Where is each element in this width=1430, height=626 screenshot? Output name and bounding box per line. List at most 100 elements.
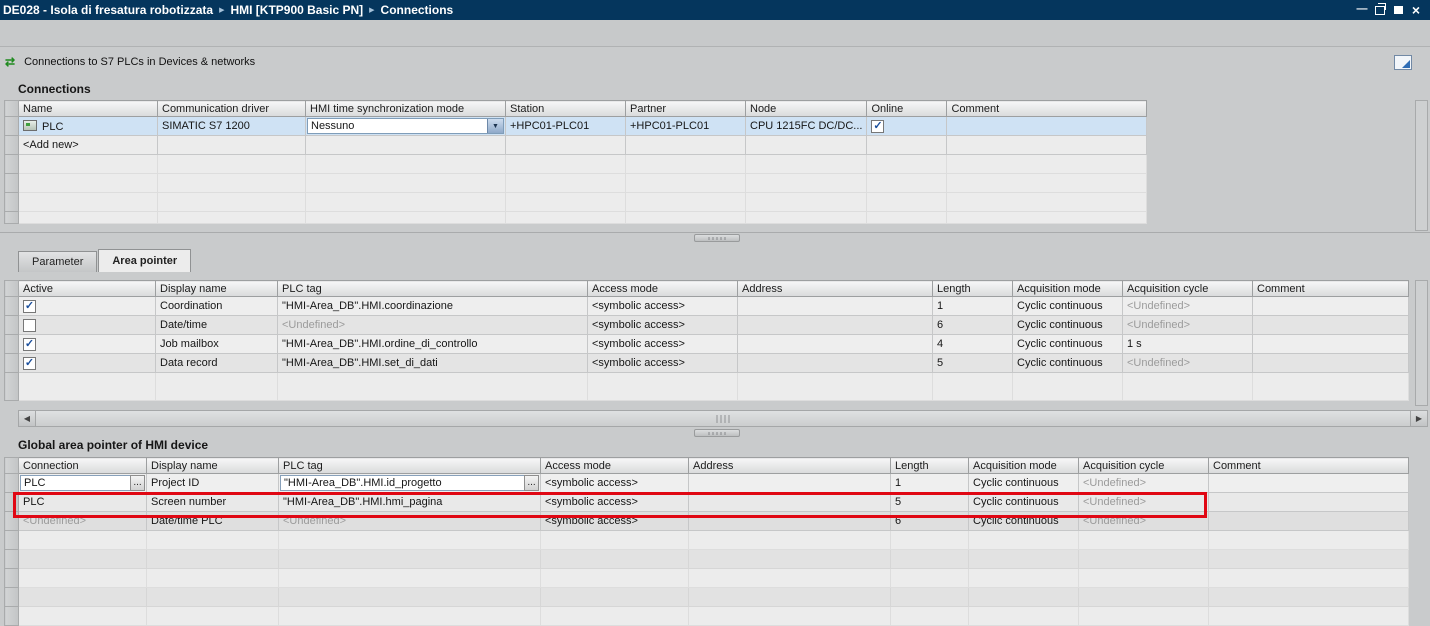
breadcrumb-segment-0[interactable]: DE028 - Isola di fresatura robotizzata [3, 3, 213, 17]
length-cell[interactable]: 4 [933, 335, 1013, 354]
acquisition-mode-cell[interactable]: Cyclic continuous [1013, 316, 1123, 335]
access-mode-cell[interactable]: <symbolic access> [588, 335, 738, 354]
active-cell[interactable]: ✓ [19, 354, 156, 373]
add-new-cell[interactable]: <Add new> [19, 136, 158, 155]
global-row-date-time-plc[interactable]: <Undefined>Date/time PLC<Undefined><symb… [5, 512, 1409, 531]
comment-cell[interactable] [1209, 474, 1409, 493]
comment-cell[interactable] [1253, 316, 1409, 335]
plc-tag-cell[interactable]: "HMI-Area_DB".HMI.id_progetto... [279, 474, 541, 493]
scrollbar-thumb[interactable] [36, 411, 1410, 426]
breadcrumb-segment-1[interactable]: HMI [KTP900 Basic PN] [230, 3, 363, 17]
acquisition-cycle-cell[interactable]: <Undefined> [1123, 354, 1253, 373]
breadcrumb-segment-2[interactable]: Connections [381, 3, 454, 17]
connection-row-plc[interactable]: PLCSIMATIC S7 1200Nessuno▼+HPC01-PLC01+H… [5, 117, 1147, 136]
display-name-cell[interactable]: Coordination [156, 297, 278, 316]
plc-tag-edit-field[interactable]: "HMI-Area_DB".HMI.id_progetto [280, 475, 539, 491]
dropdown-arrow-icon[interactable]: ▼ [487, 119, 503, 133]
column-header-acquisition-mode[interactable]: Acquisition mode [969, 458, 1079, 474]
comment-cell[interactable] [1253, 297, 1409, 316]
row-header[interactable] [5, 512, 19, 531]
address-cell[interactable] [738, 297, 933, 316]
comment-cell[interactable] [1209, 493, 1409, 512]
column-header-online[interactable]: Online [867, 101, 947, 117]
maximize-button[interactable] [1389, 2, 1407, 18]
partner-cell[interactable]: +HPC01-PLC01 [626, 117, 746, 136]
row-header[interactable] [5, 335, 19, 354]
restore-button[interactable] [1371, 2, 1389, 18]
column-header-acquisition-cycle[interactable]: Acquisition cycle [1123, 281, 1253, 297]
access-mode-cell[interactable]: <symbolic access> [541, 474, 689, 493]
column-header-length[interactable]: Length [891, 458, 969, 474]
acquisition-mode-cell[interactable]: Cyclic continuous [1013, 297, 1123, 316]
plc-tag-browse-button[interactable]: ... [524, 475, 539, 491]
station-cell[interactable]: +HPC01-PLC01 [506, 117, 626, 136]
pane-splitter-grip-bottom[interactable] [694, 429, 740, 437]
length-cell[interactable]: 6 [933, 316, 1013, 335]
length-cell[interactable]: 5 [891, 493, 969, 512]
access-mode-cell[interactable]: <symbolic access> [588, 297, 738, 316]
column-header-display-name[interactable]: Display name [156, 281, 278, 297]
column-header-plc-tag[interactable]: PLC tag [279, 458, 541, 474]
address-cell[interactable] [738, 335, 933, 354]
row-header[interactable] [5, 354, 19, 373]
access-mode-cell[interactable]: <symbolic access> [541, 493, 689, 512]
connection-edit-field[interactable]: PLC [20, 475, 145, 491]
acquisition-cycle-cell[interactable]: <Undefined> [1123, 297, 1253, 316]
area-pointer-vertical-scrollbar[interactable] [1415, 280, 1428, 406]
comment-cell[interactable] [1253, 335, 1409, 354]
row-header[interactable] [5, 474, 19, 493]
plc-tag-cell[interactable]: "HMI-Area_DB".HMI.coordinazione [278, 297, 588, 316]
active-checkbox[interactable]: ✓ [23, 300, 36, 313]
column-header-address[interactable]: Address [689, 458, 891, 474]
plc-tag-cell[interactable]: "HMI-Area_DB".HMI.set_di_dati [278, 354, 588, 373]
horizontal-scrollbar[interactable]: ◀ ▶ [18, 410, 1428, 427]
communication-driver-cell[interactable]: SIMATIC S7 1200 [158, 117, 306, 136]
connection-cell[interactable]: <Undefined> [19, 512, 147, 531]
connection-name-cell[interactable]: PLC [19, 117, 158, 136]
column-header-node[interactable]: Node [746, 101, 867, 117]
column-header-display-name[interactable]: Display name [147, 458, 279, 474]
connection-cell[interactable]: PLC... [19, 474, 147, 493]
active-checkbox[interactable]: ✓ [23, 357, 36, 370]
access-mode-cell[interactable]: <symbolic access> [588, 316, 738, 335]
acquisition-cycle-cell[interactable]: 1 s [1123, 335, 1253, 354]
tab-area-pointer[interactable]: Area pointer [98, 249, 191, 272]
comment-cell[interactable] [1253, 354, 1409, 373]
acquisition-cycle-cell[interactable]: <Undefined> [1079, 474, 1209, 493]
column-header-comment[interactable]: Comment [947, 101, 1147, 117]
node-cell[interactable]: CPU 1215FC DC/DC... [746, 117, 867, 136]
sync-mode-combo[interactable]: Nessuno▼ [307, 118, 504, 134]
acquisition-cycle-cell[interactable]: <Undefined> [1079, 512, 1209, 531]
row-header[interactable] [5, 297, 19, 316]
row-header[interactable] [5, 316, 19, 335]
address-cell[interactable] [689, 512, 891, 531]
access-mode-cell[interactable]: <symbolic access> [588, 354, 738, 373]
active-checkbox[interactable]: ✓ [23, 338, 36, 351]
column-header-hmi-time-synchronization-mode[interactable]: HMI time synchronization mode [306, 101, 506, 117]
scroll-left-button[interactable]: ◀ [19, 411, 36, 426]
acquisition-mode-cell[interactable]: Cyclic continuous [969, 493, 1079, 512]
area-pointer-row-job-mailbox[interactable]: ✓Job mailbox"HMI-Area_DB".HMI.ordine_di_… [5, 335, 1409, 354]
add-new-row[interactable]: <Add new> [5, 136, 1147, 155]
plc-tag-cell[interactable]: <Undefined> [278, 316, 588, 335]
display-name-cell[interactable]: Job mailbox [156, 335, 278, 354]
row-header[interactable] [5, 117, 19, 136]
active-cell[interactable]: ✓ [19, 335, 156, 354]
length-cell[interactable]: 1 [891, 474, 969, 493]
area-pointer-row-date-time[interactable]: Date/time<Undefined><symbolic access>6Cy… [5, 316, 1409, 335]
column-header-partner[interactable]: Partner [626, 101, 746, 117]
active-checkbox[interactable] [23, 319, 36, 332]
acquisition-mode-cell[interactable]: Cyclic continuous [969, 474, 1079, 493]
column-header-length[interactable]: Length [933, 281, 1013, 297]
plc-tag-cell[interactable]: "HMI-Area_DB".HMI.hmi_pagina [279, 493, 541, 512]
minimize-button[interactable]: — [1353, 2, 1371, 18]
column-header-access-mode[interactable]: Access mode [588, 281, 738, 297]
column-header-communication-driver[interactable]: Communication driver [158, 101, 306, 117]
length-cell[interactable]: 6 [891, 512, 969, 531]
acquisition-mode-cell[interactable]: Cyclic continuous [1013, 335, 1123, 354]
comment-cell[interactable] [1209, 512, 1409, 531]
open-devices-networks-icon[interactable] [1394, 55, 1412, 70]
access-mode-cell[interactable]: <symbolic access> [541, 512, 689, 531]
row-header[interactable] [5, 493, 19, 512]
area-pointer-row-coordination[interactable]: ✓ Coordination"HMI-Area_DB".HMI.coordinaz… [5, 297, 1409, 316]
